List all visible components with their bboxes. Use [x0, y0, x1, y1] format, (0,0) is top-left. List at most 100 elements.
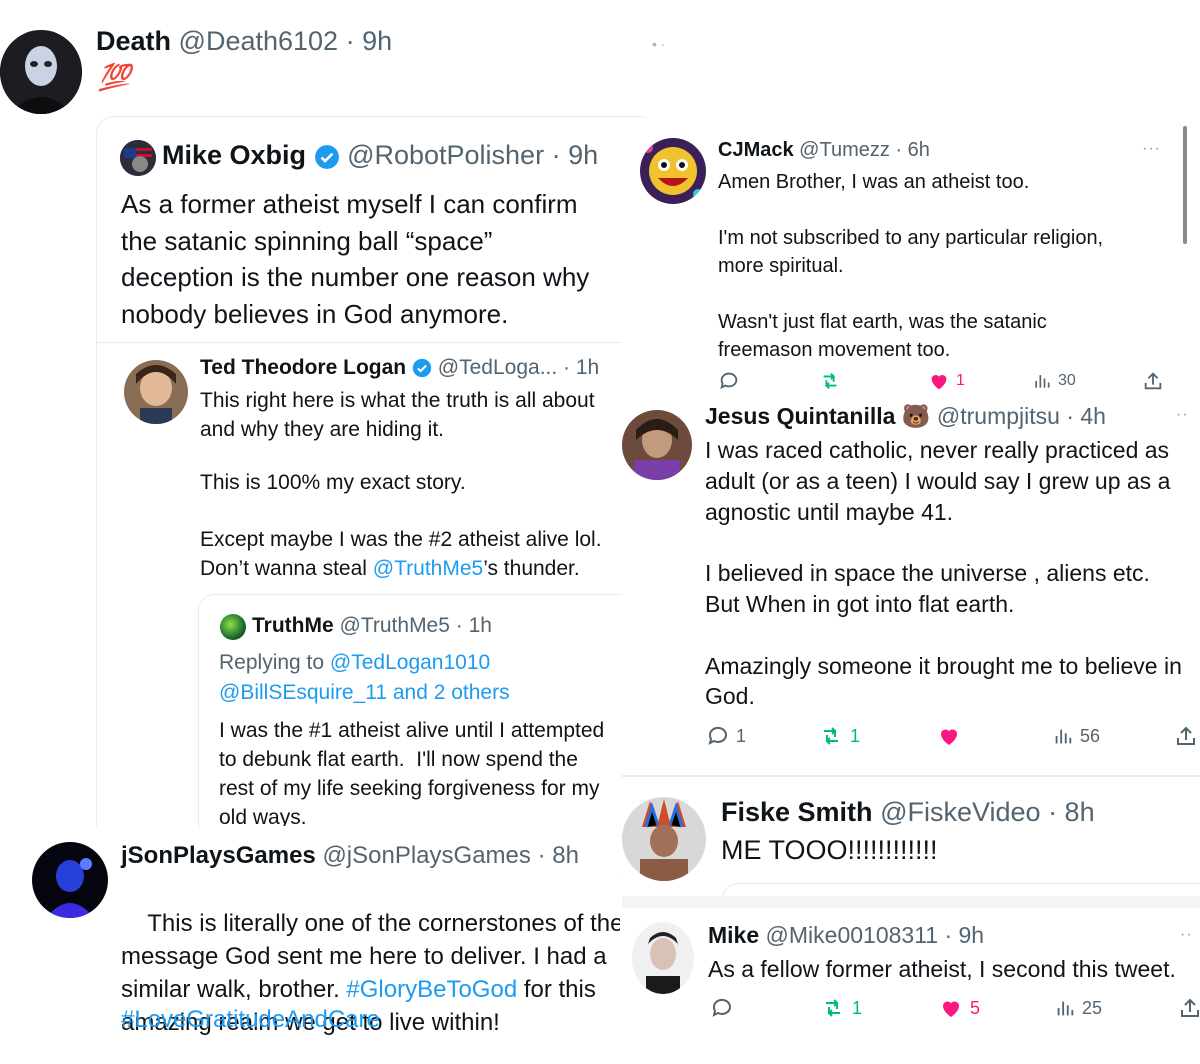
mike-handle[interactable]: @Mike00108311 [766, 922, 939, 948]
cjmack-tweet[interactable]: CJMack @Tumezz · 6h ··· Amen Brother, I … [622, 118, 1200, 400]
truthme-avatar[interactable] [220, 614, 246, 640]
truthme-name[interactable]: TruthMe [252, 614, 334, 637]
oxbig-handle[interactable]: @RobotPolisher [347, 140, 544, 170]
fiske-name[interactable]: Fiske Smith [721, 797, 873, 827]
mike-name[interactable]: Mike [708, 922, 759, 948]
replying-link-1[interactable]: @TedLogan1010 [330, 651, 490, 674]
more-icon[interactable]: ·· [1176, 406, 1189, 424]
death-header: Death @Death6102 · 9h [96, 26, 392, 57]
ted-header: Ted Theodore Logan @TedLoga... · 1h [200, 356, 599, 380]
truthme-text: I was the #1 atheist alive until I attem… [219, 719, 605, 829]
oxbig-avatar[interactable] [120, 140, 156, 176]
reply-icon [708, 726, 727, 745]
fiske-avatar[interactable] [622, 797, 706, 881]
cjmack-header: CJMack @Tumezz · 6h [718, 139, 930, 162]
reply-button[interactable]: 1 [706, 724, 746, 748]
views-button[interactable]: 25 [1054, 996, 1102, 1020]
ted-text-4: Don’t wanna steal @TruthMe5’s thunder. [200, 557, 580, 581]
views-count: 25 [1082, 997, 1103, 1018]
share-button[interactable] [1178, 996, 1200, 1020]
share-icon [1144, 372, 1162, 390]
jesus-name[interactable]: Jesus Quintanilla [705, 403, 895, 429]
more-icon[interactable]: ··· [1142, 140, 1161, 158]
jesus-text: I was raced catholic, never really pract… [705, 437, 1182, 710]
truthme-handle[interactable]: @TruthMe5 [340, 614, 450, 637]
jesus-tweet[interactable]: Jesus Quintanilla 🐻 @trumpjitsu · 4h ·· … [622, 400, 1200, 775]
retweet-count: 1 [850, 725, 861, 746]
views-button[interactable]: 30 [1032, 370, 1076, 392]
mike-text: As a fellow former atheist, I second thi… [708, 956, 1176, 982]
jesus-avatar[interactable] [622, 410, 692, 480]
verified-icon [412, 359, 432, 378]
bear-emoji: 🐻 [901, 403, 931, 429]
views-button[interactable]: 56 [1052, 724, 1100, 748]
ted-mention-link[interactable]: @TruthMe5 [373, 557, 483, 580]
heart-icon [941, 729, 957, 745]
death-handle[interactable]: @Death6102 [179, 26, 339, 56]
json-name[interactable]: jSonPlaysGames [121, 842, 316, 869]
cjmack-text: Amen Brother, I was an atheist too. I'm … [718, 171, 1104, 361]
like-button[interactable]: 5 [938, 996, 980, 1020]
oxbig-time: · 9h [551, 140, 599, 170]
mike-tweet[interactable]: Mike @Mike00108311 · 9h ·· As a fellow f… [622, 908, 1200, 1064]
ted-name[interactable]: Ted Theodore Logan [200, 356, 406, 379]
hashtag-love[interactable]: #LoveGratitudeAndCare [121, 1006, 380, 1034]
jesus-avatar-art [622, 410, 692, 480]
ted-text-2: This is 100% my exact story. [200, 471, 466, 494]
reply-button[interactable] [710, 996, 734, 1020]
json-text: This is literally one of the cornerstone… [121, 874, 620, 1064]
cjmack-name[interactable]: CJMack [718, 139, 794, 161]
oxbig-name[interactable]: Mike Oxbig [162, 140, 306, 170]
fiske-tweet[interactable]: Fiske Smith @FiskeVideo · 8h ME TOOO!!!!… [622, 777, 1200, 897]
death-time: · 9h [345, 26, 393, 56]
cjmack-avatar-art [640, 138, 706, 204]
views-icon [1055, 729, 1072, 744]
views-count: 56 [1080, 725, 1101, 746]
share-button[interactable] [1142, 370, 1164, 392]
retweet-button[interactable]: 1 [818, 724, 860, 748]
json-header: jSonPlaysGames @jSonPlaysGames · 8h [121, 842, 579, 870]
quote-card-edge [722, 883, 1200, 897]
truthme-header: TruthMe @TruthMe5 · 1h [252, 614, 492, 638]
share-icon [1177, 726, 1195, 745]
truthme-replying: Replying to @TedLogan1010 [219, 651, 490, 675]
like-button[interactable]: 1 [928, 370, 965, 392]
replying-link-2[interactable]: @BillSEsquire_11 and 2 others [219, 681, 510, 705]
cjmack-handle[interactable]: @Tumezz [799, 139, 890, 161]
cjmack-avatar[interactable] [640, 138, 706, 204]
jesus-header: Jesus Quintanilla 🐻 @trumpjitsu · 4h [705, 403, 1106, 430]
reply-count: 1 [736, 725, 747, 746]
more-icon[interactable]: ·· [1180, 926, 1193, 944]
ted-handle[interactable]: @TedLoga... [438, 356, 557, 379]
retweet-count: 1 [852, 997, 863, 1018]
fiske-handle[interactable]: @FiskeVideo [880, 797, 1040, 827]
retweet-button[interactable]: 1 [820, 996, 862, 1020]
like-count: 5 [970, 997, 981, 1018]
share-button[interactable] [1174, 724, 1198, 748]
json-handle[interactable]: @jSonPlaysGames [322, 842, 530, 869]
ted-text-4-post: ’s thunder. [483, 557, 580, 580]
jesus-handle[interactable]: @trumpjitsu [937, 403, 1060, 429]
cjmack-time: · 6h [895, 139, 930, 161]
mike-avatar[interactable] [632, 922, 694, 994]
replying-label: Replying to [219, 651, 330, 674]
hashtag-glory[interactable]: #GloryBeToGod [346, 976, 517, 1003]
truthme-time: · 1h [455, 614, 492, 637]
more-icon[interactable]: • · [652, 36, 665, 52]
reply-icon [712, 998, 731, 1017]
ted-avatar[interactable] [124, 360, 188, 424]
json-tweet[interactable]: jSonPlaysGames @jSonPlaysGames · 8h This… [0, 826, 620, 1064]
death-avatar[interactable] [0, 30, 82, 114]
death-name[interactable]: Death [96, 26, 171, 56]
reply-button[interactable] [718, 370, 740, 392]
json-avatar[interactable] [32, 842, 108, 918]
share-icon [1181, 998, 1199, 1017]
jesus-time: · 4h [1066, 403, 1106, 429]
reply-icon [720, 372, 738, 390]
oxbig-text: As a former atheist myself I can confirm… [121, 189, 590, 329]
flag-avatar-art [120, 140, 156, 176]
retweet-button[interactable] [818, 370, 842, 392]
ted-avatar-art [124, 360, 188, 424]
like-button[interactable] [936, 724, 962, 748]
scrollbar[interactable] [1183, 126, 1187, 244]
